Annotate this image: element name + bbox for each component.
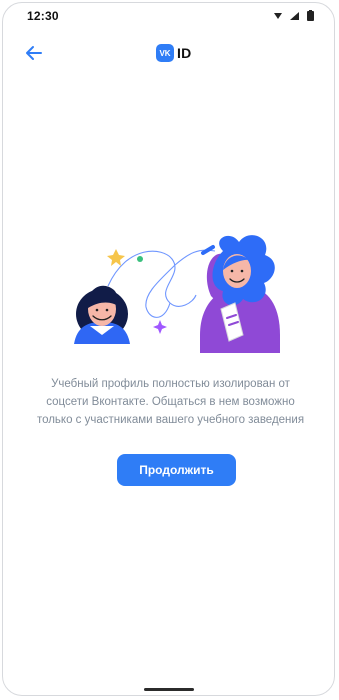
description-text: Учебный профиль полностью изолирован от … (36, 377, 305, 426)
header: VK ID (3, 33, 334, 73)
signal-icon (290, 12, 299, 20)
continue-button[interactable]: Продолжить (117, 454, 236, 486)
arrow-left-icon[interactable] (21, 39, 49, 67)
teacher-and-student-illustration (74, 235, 280, 353)
green-dot (137, 256, 143, 262)
logo-text: ID (177, 45, 192, 61)
status-icons (274, 10, 314, 21)
vk-logo-icon: VK (156, 44, 174, 62)
battery-icon (307, 11, 314, 21)
phone-screen: 12:30 VK ID Учебный профиль полностью из… (2, 2, 335, 696)
wifi-icon (274, 13, 282, 19)
purple-star-icon (153, 320, 167, 334)
vk-id-logo: VK ID (156, 43, 191, 63)
student-figure (74, 285, 130, 344)
home-indicator (144, 688, 194, 691)
yellow-star-icon (107, 249, 125, 266)
status-bar: 12:30 (3, 3, 334, 25)
teacher-figure (200, 235, 280, 353)
status-time: 12:30 (27, 9, 59, 23)
